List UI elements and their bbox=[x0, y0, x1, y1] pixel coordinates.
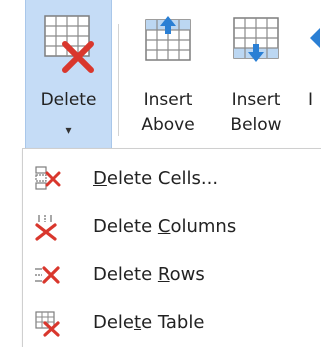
menu-item-label: Delete Table bbox=[93, 312, 205, 333]
menu-item-delete-table[interactable]: Delete Table bbox=[23, 299, 321, 347]
chevron-down-icon: ▾ bbox=[65, 123, 72, 137]
ribbon-edge bbox=[0, 0, 22, 152]
insert-above-icon bbox=[143, 14, 193, 70]
delete-table-icon bbox=[33, 309, 61, 337]
menu-item-delete-columns[interactable]: Delete Columns bbox=[23, 203, 321, 251]
insert-above-label-line2: Above bbox=[141, 115, 195, 135]
insert-below-button[interactable]: Insert Below bbox=[212, 0, 300, 152]
insert-below-icon bbox=[231, 14, 281, 70]
delete-columns-icon bbox=[33, 213, 61, 241]
insert-below-label-line2: Below bbox=[230, 115, 282, 135]
insert-above-button[interactable]: Insert Above bbox=[124, 0, 212, 152]
insert-below-label-line1: Insert bbox=[231, 90, 281, 110]
insert-left-button[interactable]: I bbox=[300, 0, 321, 152]
delete-cells-icon bbox=[33, 165, 61, 193]
insert-above-label-line1: Insert bbox=[143, 90, 193, 110]
delete-table-icon bbox=[41, 14, 97, 80]
menu-item-delete-rows[interactable]: Delete Rows bbox=[23, 251, 321, 299]
menu-item-delete-cells[interactable]: Delete Cells... bbox=[23, 155, 321, 203]
menu-item-label: Delete Rows bbox=[93, 264, 205, 285]
menu-item-label: Delete Columns bbox=[93, 216, 237, 237]
screenshot-stage: Delete ▾ Insert Above Insert Below I Del… bbox=[0, 0, 321, 347]
delete-rows-icon bbox=[33, 261, 61, 289]
insert-left-icon bbox=[306, 14, 321, 70]
ribbon-rows-columns-group: Delete ▾ Insert Above Insert Below I bbox=[0, 0, 321, 152]
delete-dropdown-menu: Delete Cells... Delete Columns Delete Ro… bbox=[22, 148, 321, 347]
insert-left-label-line1: I bbox=[308, 90, 314, 110]
delete-button-label: Delete bbox=[40, 90, 97, 110]
delete-button[interactable]: Delete ▾ bbox=[25, 0, 112, 152]
menu-item-label: Delete Cells... bbox=[93, 168, 219, 189]
ribbon-separator bbox=[118, 24, 119, 136]
